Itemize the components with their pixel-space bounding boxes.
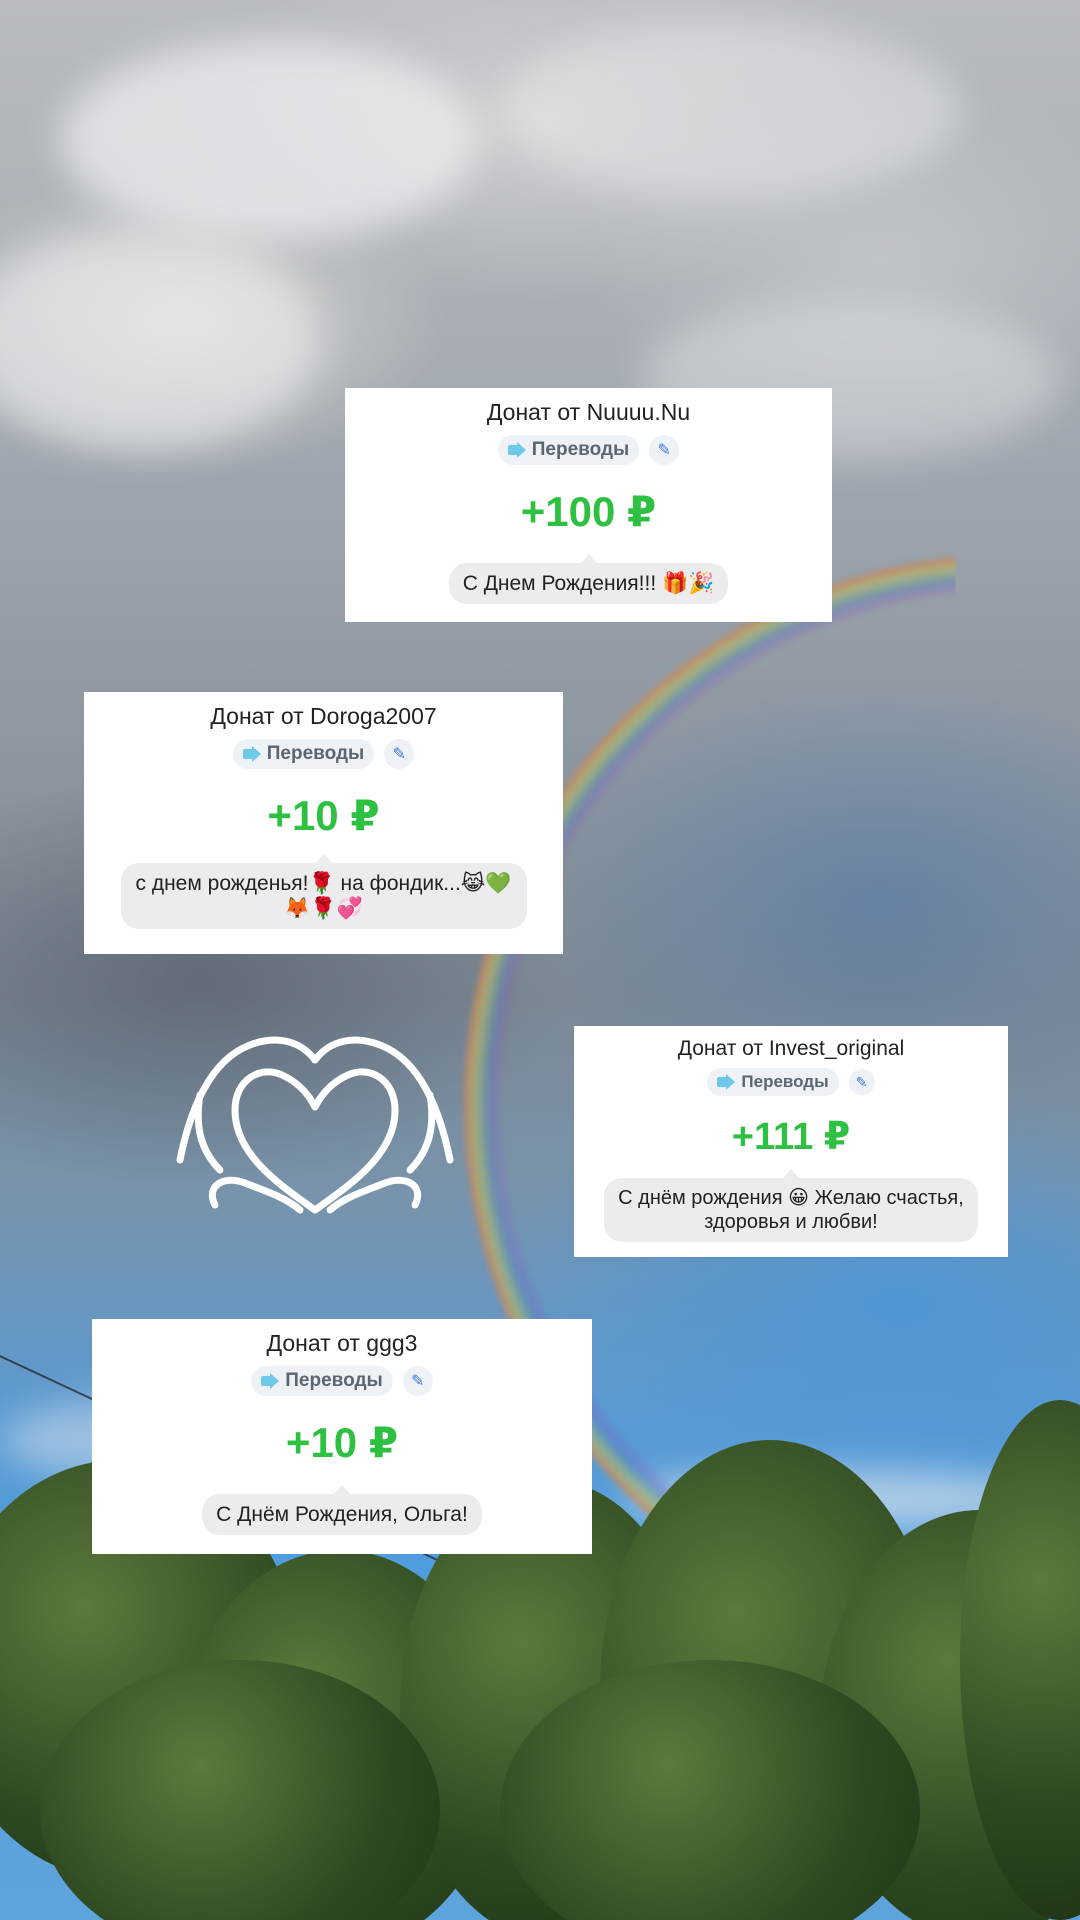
category-label: Переводы (285, 1369, 383, 1391)
donation-amount: +10 ₽ (267, 791, 380, 839)
donation-message: С Днем Рождения!!! 🎁🎉 (448, 553, 729, 604)
pencil-icon[interactable]: ✎ (649, 434, 680, 465)
message-text: с днем рожденья!🌹 на фондик...😹💚 (135, 871, 512, 895)
category-chip[interactable]: Переводы (232, 738, 375, 769)
message-text-line2: здоровья и любви! (704, 1211, 878, 1234)
donation-title: Донат от Invest_original (677, 1037, 905, 1060)
category-chip[interactable]: Переводы (497, 434, 640, 465)
heart-hands-icon (176, 1036, 454, 1214)
message-text: С Днем Рождения!!! 🎁🎉 (462, 571, 715, 595)
donation-message: с днем рожденья!🌹 на фондик...😹💚 🦊🌹💞 (120, 853, 527, 930)
donation-card[interactable]: Донат от Doroga2007 Переводы ✎ +10 ₽ с д… (84, 692, 563, 954)
pencil-icon[interactable]: ✎ (402, 1365, 433, 1396)
donation-message: С днём рождения 😀 Желаю счастья, здоровь… (604, 1169, 978, 1243)
category-row: Переводы ✎ (497, 434, 680, 465)
donation-title: Донат от Doroga2007 (210, 703, 437, 729)
message-text: С днём рождения 😀 Желаю счастья, (618, 1187, 964, 1210)
transfer-arrow-icon (261, 1372, 280, 1389)
message-text-line2: 🦊🌹💞 (284, 896, 363, 920)
donation-title: Донат от ggg3 (266, 1330, 418, 1356)
donation-card[interactable]: Донат от Invest_original Переводы ✎ +111… (574, 1026, 1008, 1257)
transfer-arrow-icon (242, 745, 261, 762)
transfer-arrow-icon (507, 441, 526, 458)
category-label: Переводы (531, 438, 630, 460)
donation-card[interactable]: Донат от Nuuuu.Nu Переводы ✎ +100 ₽ С Дн… (345, 388, 832, 622)
category-chip[interactable]: Переводы (251, 1365, 393, 1396)
message-text: С Днём Рождения, Ольга! (216, 1502, 468, 1526)
donation-message: С Днём Рождения, Ольга! (202, 1484, 482, 1535)
donation-title: Донат от Nuuuu.Nu (486, 399, 691, 425)
background-photo (0, 0, 1080, 1920)
category-row: Переводы ✎ (707, 1068, 875, 1097)
category-chip[interactable]: Переводы (707, 1068, 839, 1097)
donation-amount: +100 ₽ (520, 487, 657, 535)
category-label: Переводы (741, 1072, 829, 1092)
transfer-arrow-icon (717, 1074, 736, 1091)
donation-amount: +111 ₽ (731, 1116, 851, 1159)
pencil-icon[interactable]: ✎ (848, 1069, 875, 1096)
category-label: Переводы (266, 742, 365, 764)
category-row: Переводы ✎ (232, 738, 415, 769)
pencil-icon[interactable]: ✎ (384, 738, 415, 769)
donation-amount: +10 ₽ (285, 1418, 399, 1466)
category-row: Переводы ✎ (251, 1365, 433, 1396)
donation-card[interactable]: Донат от ggg3 Переводы ✎ +10 ₽ С Днём Ро… (92, 1319, 592, 1554)
